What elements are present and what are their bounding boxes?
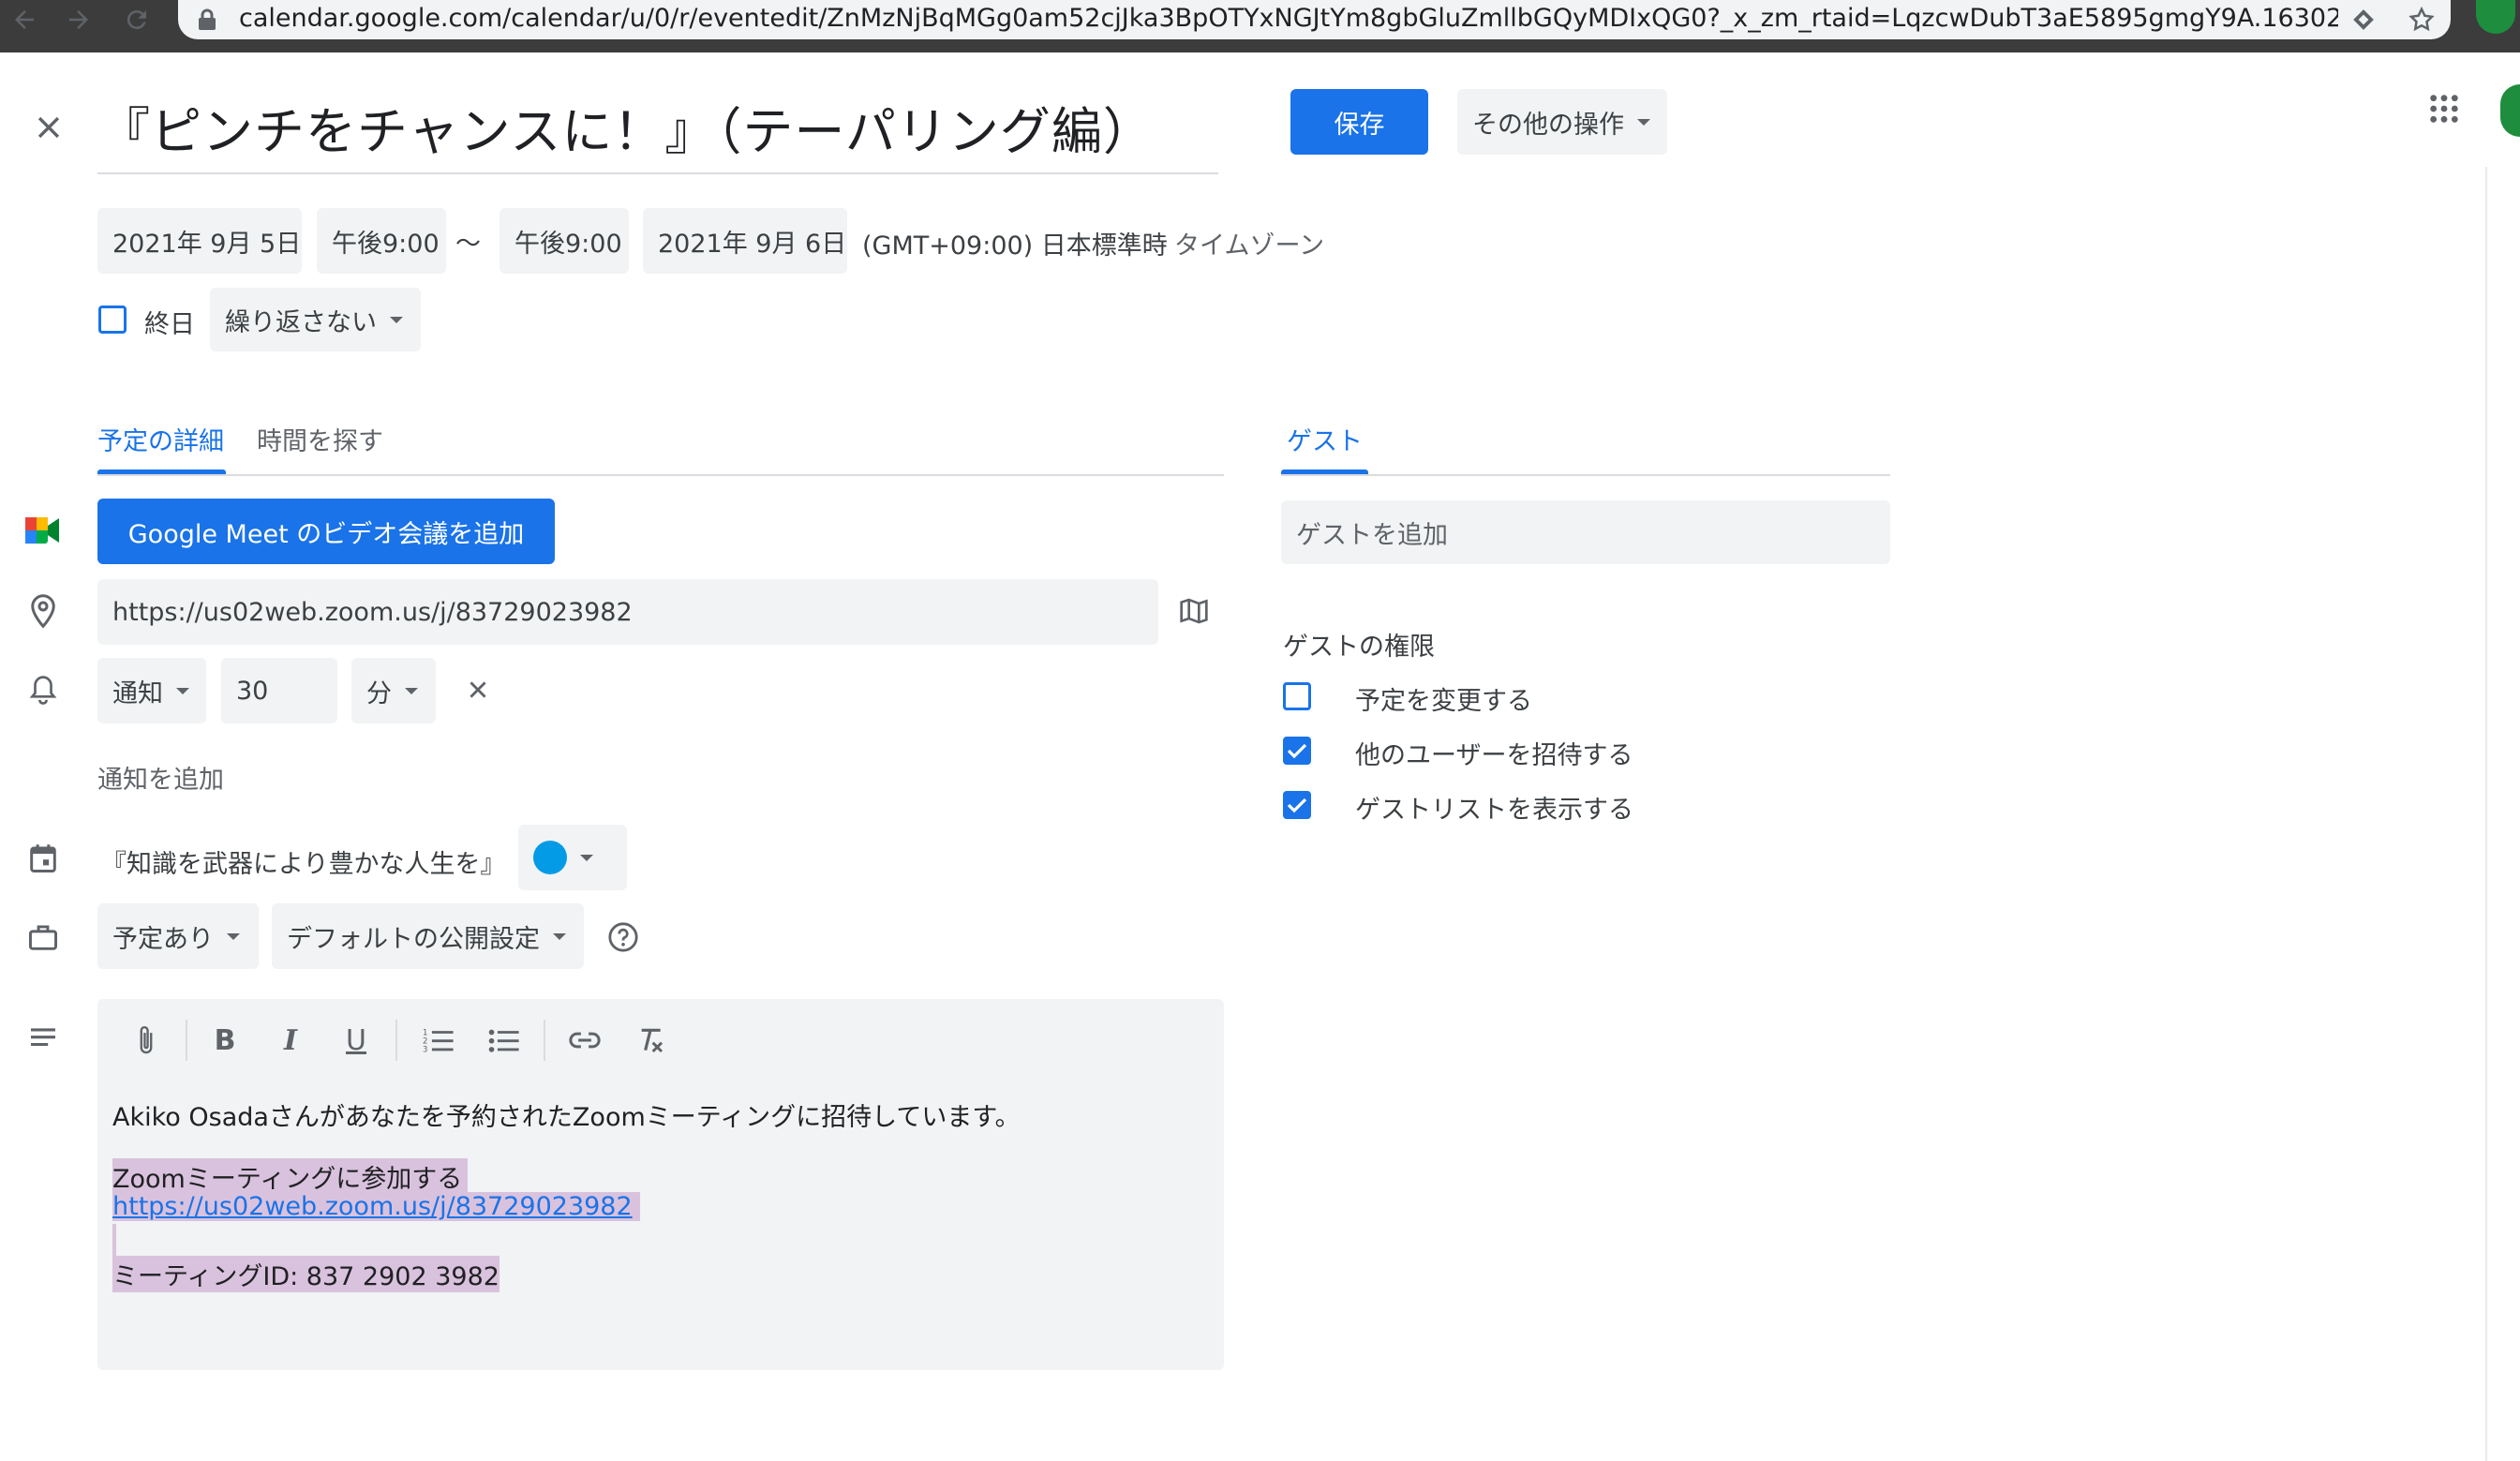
attachment-icon[interactable] [126, 1020, 167, 1061]
tab-guests[interactable]: ゲスト [1287, 421, 1363, 457]
event-title-input[interactable]: 『ピンチをチャンスに！』（テーパリング編） [99, 90, 1155, 164]
italic-icon[interactable]: I [270, 1020, 311, 1061]
repeat-label: 繰り返さない [225, 307, 377, 337]
help-icon[interactable] [603, 917, 644, 958]
calendar-icon [24, 838, 62, 879]
availability-dropdown[interactable]: 予定あり [97, 903, 259, 969]
permission-see-list-label: ゲストリストを表示する [1355, 796, 1633, 825]
location-pin-icon [24, 590, 62, 632]
description-line: Akiko Osadaさんがあなたを予約されたZoomミーティングに招待していま… [112, 1103, 1021, 1132]
checkmark-icon [1287, 743, 1307, 759]
notification-value-input[interactable]: 30 [221, 658, 337, 723]
toolbar-separator [544, 1020, 545, 1061]
url-text[interactable]: calendar.google.com/calendar/u/0/r/event… [239, 0, 2338, 39]
visibility-dropdown[interactable]: デフォルトの公開設定 [272, 903, 584, 969]
toolbar-separator [186, 1020, 187, 1061]
numbered-list-icon[interactable]: 123 [418, 1020, 459, 1061]
guest-permissions-title: ゲストの権限 [1283, 633, 1435, 662]
lock-icon [193, 0, 221, 39]
range-separator: 〜 [455, 230, 481, 259]
side-panel-border [2485, 167, 2487, 1461]
browser-toolbar: calendar.google.com/calendar/u/0/r/event… [0, 0, 2520, 52]
close-icon[interactable] [22, 101, 75, 154]
timezone-link[interactable]: タイムゾーン [1174, 225, 1324, 261]
account-avatar[interactable] [2500, 84, 2520, 137]
add-google-meet-button[interactable]: Google Meet のビデオ会議を追加 [97, 499, 555, 564]
chevron-down-icon [176, 687, 189, 694]
bell-icon [24, 669, 62, 710]
remove-formatting-icon[interactable] [630, 1020, 671, 1061]
tabs-divider-left [97, 474, 1224, 476]
toolbar-separator [395, 1020, 397, 1061]
notification-unit-label: 分 [366, 678, 392, 708]
link-icon[interactable] [564, 1020, 605, 1061]
visibility-label: デフォルトの公開設定 [287, 924, 540, 954]
apps-grid-icon[interactable] [2422, 86, 2467, 131]
start-date-field[interactable]: 2021年 9月 5日 [97, 208, 302, 274]
extension-icon[interactable] [2345, 0, 2382, 39]
location-input[interactable]: https://us02web.zoom.us/j/83729023982 [97, 579, 1158, 645]
reload-icon[interactable] [116, 0, 157, 39]
add-guests-input[interactable]: ゲストを追加 [1281, 500, 1890, 564]
checkmark-icon [1287, 798, 1307, 813]
permission-invite-label: 他のユーザーを招待する [1355, 741, 1633, 770]
title-underline [97, 172, 1218, 174]
chevron-down-icon [390, 316, 403, 323]
notification-type-label: 通知 [112, 678, 163, 708]
notification-unit-dropdown[interactable]: 分 [351, 658, 436, 723]
permission-modify-label: 予定を変更する [1355, 687, 1532, 716]
bold-icon[interactable]: B [204, 1020, 246, 1061]
remove-notification-icon[interactable] [457, 669, 499, 710]
chevron-down-icon [405, 687, 418, 694]
briefcase-icon [24, 917, 62, 958]
chevron-down-icon [580, 854, 593, 861]
description-icon [24, 1020, 62, 1057]
add-notification-link[interactable]: 通知を追加 [97, 759, 224, 796]
profile-avatar[interactable] [2476, 0, 2515, 34]
calendar-color-dropdown[interactable] [518, 825, 627, 890]
calendar-name[interactable]: 『知識を武器により豊かな人生を』 [101, 843, 505, 880]
chevron-down-icon [1637, 118, 1650, 126]
permission-modify-checkbox[interactable] [1283, 682, 1311, 710]
description-zoom-link[interactable]: https://us02web.zoom.us/j/83729023982 [112, 1192, 640, 1221]
back-icon[interactable] [4, 0, 45, 39]
save-button[interactable]: 保存 [1290, 89, 1428, 155]
tab-event-details[interactable]: 予定の詳細 [97, 421, 224, 457]
tab-find-time[interactable]: 時間を探す [257, 421, 383, 457]
permission-invite-checkbox[interactable] [1283, 737, 1311, 765]
forward-icon[interactable] [58, 0, 99, 39]
more-actions-button[interactable]: その他の操作 [1457, 89, 1667, 155]
chevron-down-icon [553, 932, 566, 940]
chevron-down-icon [227, 932, 240, 940]
start-time-field[interactable]: 午後9:00 [317, 208, 446, 274]
google-meet-icon [24, 512, 62, 549]
more-actions-label: その他の操作 [1472, 110, 1624, 140]
all-day-checkbox[interactable] [98, 306, 127, 334]
end-time-field[interactable]: 午後9:00 [500, 208, 629, 274]
timezone-value: (GMT+09:00) 日本標準時 [862, 231, 1168, 261]
repeat-dropdown[interactable]: 繰り返さない [210, 288, 421, 351]
description-line-highlighted: Zoomミーティングに参加する [112, 1158, 469, 1195]
map-icon[interactable] [1177, 590, 1211, 632]
svg-text:3: 3 [423, 1046, 427, 1054]
permission-see-list-checkbox[interactable] [1283, 791, 1311, 819]
description-blank-line-highlight [112, 1224, 116, 1256]
bulleted-list-icon[interactable] [484, 1020, 525, 1061]
tabs-divider-right [1281, 474, 1890, 476]
underline-icon[interactable]: U [336, 1020, 377, 1061]
description-meeting-id: ミーティングID: 837 2902 3982 [112, 1256, 500, 1292]
availability-label: 予定あり [112, 924, 214, 954]
calendar-color-swatch [533, 841, 567, 874]
end-date-field[interactable]: 2021年 9月 6日 [643, 208, 847, 274]
notification-type-dropdown[interactable]: 通知 [97, 658, 206, 723]
all-day-label: 終日 [144, 310, 195, 339]
bookmark-star-icon[interactable] [2401, 0, 2442, 39]
